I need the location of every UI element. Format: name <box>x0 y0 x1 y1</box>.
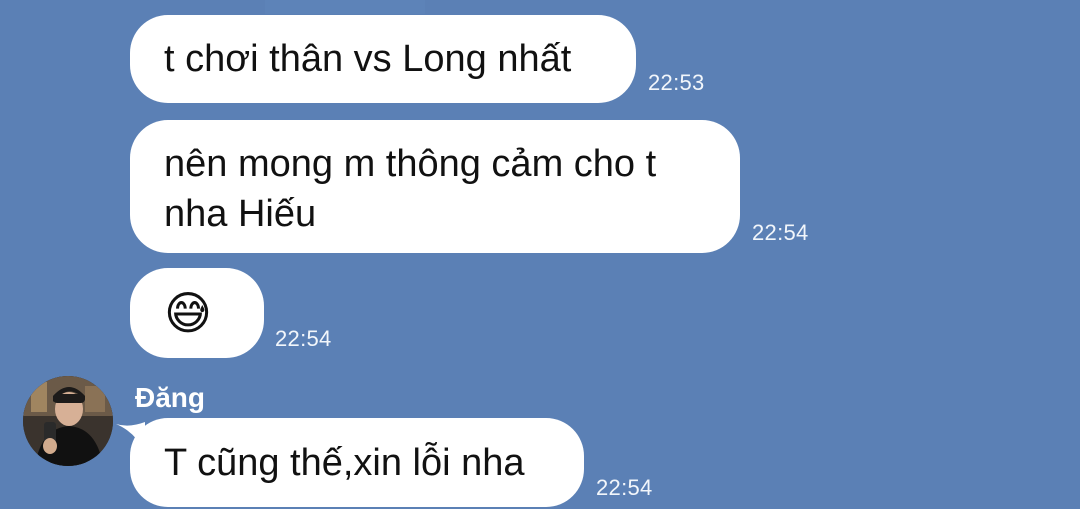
grinning-face-with-sweat-icon: 😅 <box>164 287 212 339</box>
message-text-line: nên mong m thông cảm cho t <box>164 143 657 185</box>
previous-message-edge <box>265 0 425 14</box>
message-text-line: nha Hiếu <box>164 193 317 235</box>
message-timestamp: 22:54 <box>752 220 809 245</box>
avatar-photo <box>23 376 113 466</box>
message-text: t chơi thân vs Long nhất <box>164 38 572 80</box>
message-timestamp: 22:54 <box>596 475 653 500</box>
message-bubble[interactable]: T cũng thế,xin lỗi nha <box>130 418 584 507</box>
avatar[interactable] <box>23 376 113 466</box>
message-bubble[interactable]: t chơi thân vs Long nhất <box>130 15 636 103</box>
message-text: T cũng thế,xin lỗi nha <box>164 442 525 484</box>
message-timestamp: 22:53 <box>648 70 705 95</box>
message-bubble[interactable]: nên mong m thông cảm cho t nha Hiếu <box>130 120 740 253</box>
sender-name[interactable]: Đăng <box>135 382 205 414</box>
emoji-message-bubble[interactable]: 😅 <box>130 268 264 358</box>
message-timestamp: 22:54 <box>275 326 332 351</box>
